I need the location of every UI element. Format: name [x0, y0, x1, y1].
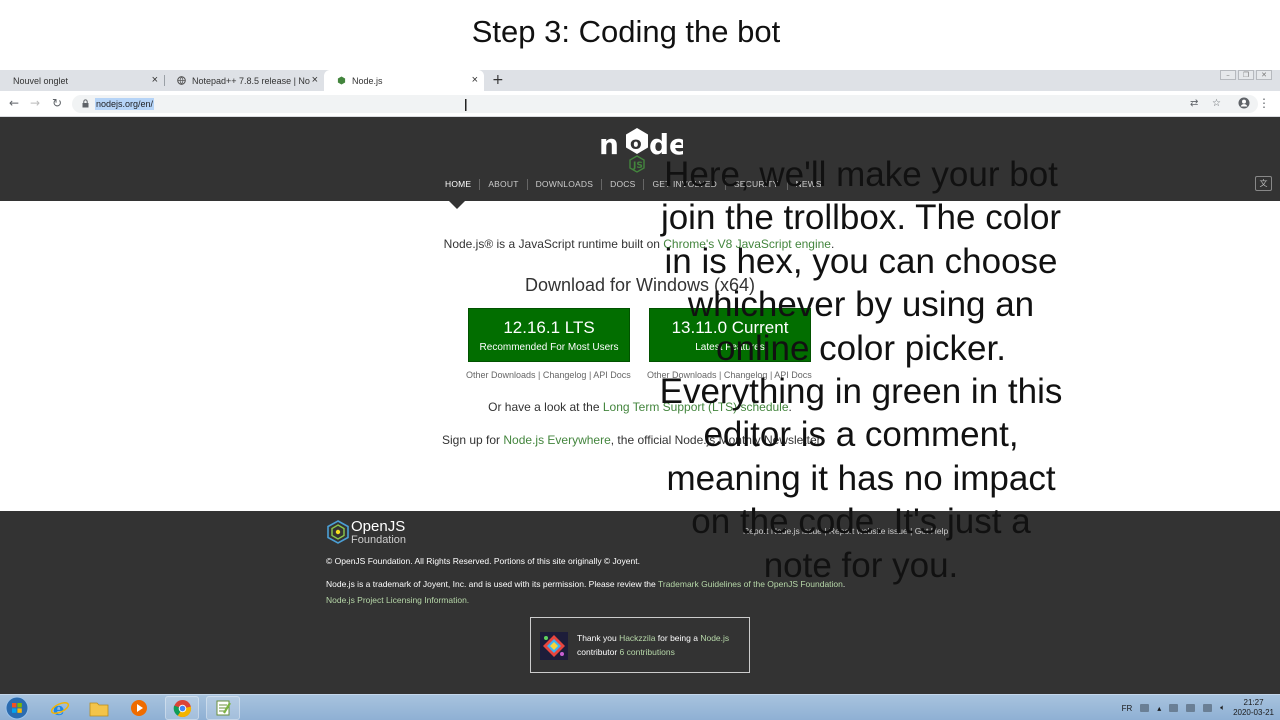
nodejs-hexagon-icon	[337, 76, 346, 85]
taskbar-file-explorer[interactable]	[82, 696, 116, 720]
display-icon[interactable]	[1203, 704, 1213, 712]
contrib-line2-prefix: contributor	[577, 647, 620, 657]
window-controls: – ❐ ✕	[1220, 70, 1272, 80]
more-menu-icon[interactable]: ⋮	[1258, 96, 1270, 110]
close-window-button[interactable]: ✕	[1256, 70, 1272, 80]
caption-line: whichever by using an	[687, 285, 1035, 325]
translate-icon[interactable]: 文	[1255, 176, 1272, 191]
globe-icon	[177, 76, 186, 85]
windows-start-icon[interactable]	[4, 696, 30, 720]
bookmark-star-icon[interactable]: ☆	[1212, 98, 1221, 109]
contributor-card: Thank you Hackzzila for being a Node.js …	[530, 617, 750, 673]
close-icon[interactable]: ×	[312, 74, 318, 86]
profile-avatar-icon[interactable]	[1238, 97, 1250, 109]
contributor-text: Thank you Hackzzila for being a Node.js …	[577, 631, 747, 659]
taskbar-internet-explorer[interactable]: e	[43, 696, 77, 720]
reload-icon[interactable]: ↻	[52, 96, 62, 110]
system-tray: FR ▴ 🔈︎ 21:27 2020-03-21	[1122, 698, 1274, 718]
tab-label: Notepad++ 7.8.5 release | Notep	[192, 75, 310, 86]
notepad-plus-plus-icon	[216, 700, 231, 716]
caption-line: note for you.	[763, 545, 959, 585]
clock-date: 2020-03-21	[1233, 708, 1274, 717]
openjs-sub: Foundation	[351, 534, 407, 546]
caption-line: Here, we'll make your bot	[664, 155, 1058, 194]
clock[interactable]: 21:27 2020-03-21	[1233, 698, 1274, 718]
restore-button[interactable]: ❐	[1238, 70, 1254, 80]
caption-line: editor is a comment,	[703, 415, 1019, 455]
forward-arrow-icon[interactable]: →	[30, 96, 40, 110]
tab-label: Nouvel onglet	[13, 75, 69, 86]
taskbar-chrome[interactable]	[165, 696, 199, 720]
nav-downloads[interactable]: DOWNLOADS	[528, 179, 603, 190]
openjs-name: OpenJS	[351, 518, 406, 535]
nodejs-everywhere-link[interactable]: Node.js Everywhere	[503, 433, 610, 447]
contrib-prefix: Thank you	[577, 633, 620, 643]
caption-line: Everything in green in this	[659, 372, 1063, 412]
taskbar-notepad-plus-plus[interactable]	[206, 696, 240, 720]
licensing-link[interactable]: Node.js Project Licensing Information.	[326, 595, 469, 605]
contributor-user-link[interactable]: Hackzzila	[619, 633, 655, 643]
slide-title: Step 3: Coding the bot	[471, 14, 781, 49]
browser-toolbar: ← → ↻ nodejs.org/en/ ⇄ ☆ ⋮	[0, 91, 1280, 117]
caption-line: meaning it has no impact	[666, 458, 1056, 498]
tab-new-tab[interactable]: Nouvel onglet ×	[0, 70, 164, 91]
volume-icon[interactable]: 🔈︎	[1220, 703, 1225, 713]
svg-text:o: o	[630, 134, 642, 154]
taskbar-media-player[interactable]	[122, 696, 156, 720]
active-nav-caret	[449, 201, 465, 209]
lts-changelog-link[interactable]: Changelog	[543, 370, 587, 380]
lts-version: 12.16.1 LTS	[503, 318, 595, 337]
tab-label: Node.js	[352, 75, 383, 86]
chrome-icon	[173, 699, 191, 717]
caption-line: online color picker.	[716, 328, 1006, 368]
close-icon[interactable]: ×	[152, 74, 158, 86]
caption-line: in is hex, you can choose	[664, 241, 1058, 281]
clock-time: 21:27	[1243, 698, 1264, 707]
nav-about[interactable]: ABOUT	[480, 179, 528, 190]
close-icon[interactable]: ×	[472, 74, 478, 86]
translate-icon[interactable]: ⇄	[1190, 98, 1198, 109]
browser-tab-bar: Nouvel onglet × Notepad++ 7.8.5 release …	[0, 70, 1280, 91]
svg-text:n: n	[599, 128, 619, 161]
tab-nodejs[interactable]: Node.js ×	[324, 70, 484, 91]
contrib-mid: for being a	[655, 633, 701, 643]
contrib-project-link[interactable]: Node.js	[700, 633, 729, 643]
tutorial-caption: Here, we'll make your bot join the troll…	[628, 153, 1094, 587]
url-text[interactable]: nodejs.org/en/	[95, 98, 155, 110]
svg-text:e: e	[53, 699, 64, 718]
signup-prefix: Sign up for	[442, 433, 504, 447]
lock-icon	[82, 99, 89, 108]
network-icon[interactable]	[1169, 704, 1179, 712]
show-hidden-icons-icon[interactable]: ▴	[1157, 704, 1161, 713]
trademark-prefix: Node.js is a trademark of Joyent, Inc. a…	[326, 579, 658, 589]
folder-icon	[89, 702, 109, 717]
text-cursor-icon	[465, 99, 467, 111]
lts-other-downloads-link[interactable]: Other Downloads	[466, 370, 536, 380]
keyboard-icon[interactable]	[1140, 704, 1150, 712]
copyright-text: © OpenJS Foundation. All Rights Reserved…	[326, 556, 640, 566]
openjs-logo-icon[interactable]	[326, 520, 350, 544]
caption-line: on the code. It's just a	[691, 502, 1031, 542]
download-lts-button[interactable]: 12.16.1 LTS Recommended For Most Users	[468, 308, 630, 362]
lts-api-docs-link[interactable]: API Docs	[593, 370, 631, 380]
lts-links: Other Downloads | Changelog | API Docs	[466, 370, 631, 380]
language-indicator[interactable]: FR	[1122, 704, 1133, 713]
caption-line: join the trollbox. The color	[660, 198, 1062, 238]
lts-subtitle: Recommended For Most Users	[479, 342, 619, 353]
minimize-button[interactable]: –	[1220, 70, 1236, 80]
address-bar[interactable]: nodejs.org/en/ ⇄ ☆	[72, 95, 1258, 113]
back-arrow-icon[interactable]: ←	[9, 96, 19, 110]
contributor-avatar[interactable]	[540, 632, 568, 660]
media-player-icon	[131, 700, 147, 716]
lts-line-prefix: Or have a look at the	[488, 400, 603, 414]
taskbar: e FR ▴ 🔈︎ 21:27 2020-03-21	[0, 694, 1280, 720]
contrib-count-link[interactable]: 6 contributions	[620, 647, 675, 657]
internet-explorer-icon: e	[50, 699, 70, 718]
tab-notepad[interactable]: Notepad++ 7.8.5 release | Notep ×	[164, 70, 324, 91]
screen: Step 3: Coding the bot Nouvel onglet × N…	[0, 0, 1280, 720]
action-center-flag-icon[interactable]	[1186, 704, 1196, 712]
new-tab-button[interactable]: +	[492, 73, 504, 87]
nav-home[interactable]: HOME	[437, 179, 481, 190]
